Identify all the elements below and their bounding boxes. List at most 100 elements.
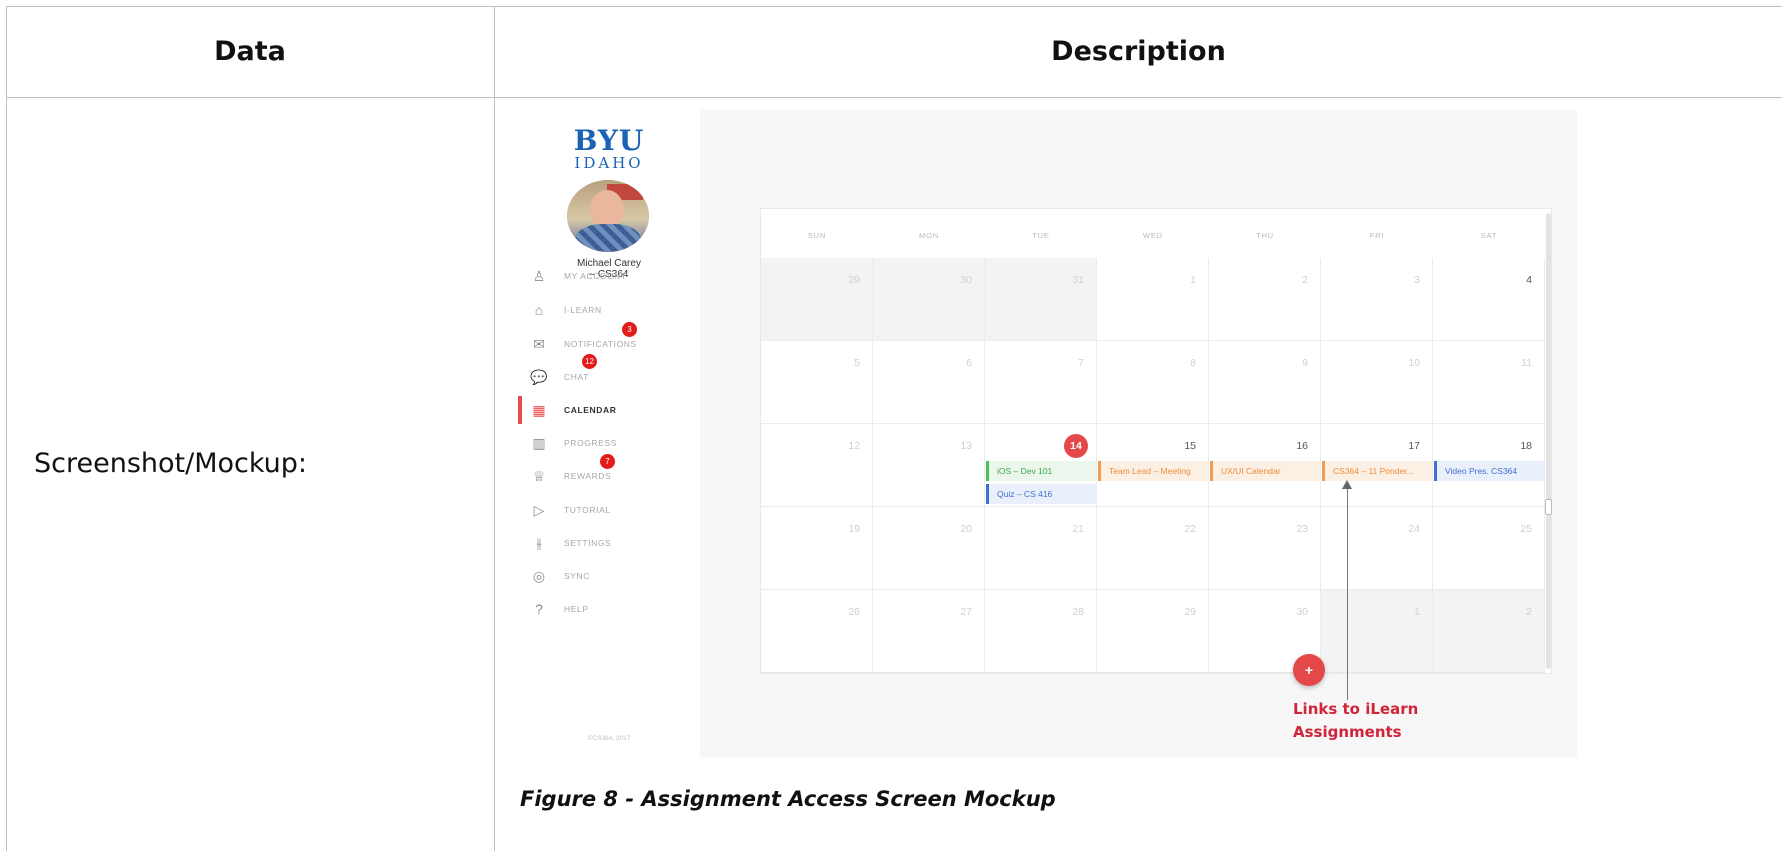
annotation-arrow-icon (1342, 480, 1352, 489)
add-event-button[interactable]: + (1293, 654, 1325, 686)
annotation-line (1347, 486, 1348, 700)
row-divider (6, 97, 1782, 98)
nav-label: CHAT (564, 372, 589, 382)
nav-label: CALENDAR (564, 405, 617, 415)
day-cell[interactable]: 24 (1321, 507, 1433, 590)
day-cell[interactable]: 2 (1433, 590, 1545, 673)
day-cell[interactable]: 6 (873, 341, 985, 424)
active-indicator (518, 396, 522, 424)
day-number: 7 (1078, 357, 1084, 369)
nav-label: TUTORIAL (564, 505, 611, 515)
day-cell[interactable]: 25 (1433, 507, 1545, 590)
nav-item-tutorial[interactable]: ▷ TUTORIAL (518, 496, 700, 524)
day-number: 2 (1302, 274, 1308, 286)
day-number: 9 (1302, 357, 1308, 369)
day-cell[interactable]: 11 (1433, 341, 1545, 424)
mail-icon: ✉ (533, 336, 545, 352)
day-cell[interactable]: 3 (1321, 258, 1433, 341)
day-cell[interactable]: 9 (1209, 341, 1321, 424)
help-icon: ? (535, 601, 543, 617)
day-cell[interactable]: 19 (761, 507, 873, 590)
calendar-event[interactable]: Video Pres. CS364 (1434, 461, 1544, 481)
day-number: 24 (1408, 523, 1420, 535)
calendar-scrollbar[interactable] (1546, 213, 1551, 669)
day-number: 10 (1408, 357, 1420, 369)
chat-bubble-icon: 💬 (530, 369, 548, 385)
calendar-event[interactable]: iOS – Dev 101 (986, 461, 1096, 481)
nav-item-chat[interactable]: 💬 CHAT (518, 363, 700, 391)
day-cell[interactable]: 13 (873, 424, 985, 507)
day-number: 27 (960, 606, 972, 618)
day-cell[interactable]: 23 (1209, 507, 1321, 590)
day-cell[interactable]: 26 (761, 590, 873, 673)
day-cell[interactable]: 22 (1097, 507, 1209, 590)
nav-item-my-account[interactable]: ♙ MY ACCOUNT (518, 262, 700, 290)
day-cell[interactable]: 30 (873, 258, 985, 341)
day-cell[interactable]: 1 (1321, 590, 1433, 673)
copyright: ©CS364, 2017 (587, 735, 631, 742)
sync-icon: ◎ (532, 568, 546, 584)
day-number: 16 (1296, 440, 1308, 452)
day-number: 26 (848, 606, 860, 618)
calendar-event[interactable]: CS364 – 11 Ponder... (1322, 461, 1432, 481)
day-number: 21 (1072, 523, 1084, 535)
trophy-icon: ♕ (532, 468, 546, 484)
day-cell[interactable]: 31 (985, 258, 1097, 341)
day-cell[interactable]: 29 (1097, 590, 1209, 673)
day-cell[interactable]: 28 (985, 590, 1097, 673)
column-divider (494, 6, 495, 851)
calendar-event[interactable]: Quiz – CS 416 (986, 484, 1096, 504)
day-cell[interactable]: 21 (985, 507, 1097, 590)
sidebar: BYU IDAHO Michael Carey – CS364 ♙ MY ACCO… (518, 110, 700, 758)
nav-label: REWARDS (564, 471, 612, 481)
day-number: 18 (1520, 440, 1532, 452)
nav-item-i-learn[interactable]: ⌂ I-LEARN (518, 296, 700, 324)
weekday-header: FRI (1369, 231, 1385, 240)
day-number: 19 (848, 523, 860, 535)
day-number: 1 (1190, 274, 1196, 286)
day-cell[interactable]: 2 (1209, 258, 1321, 341)
bar-chart-icon: ▥ (532, 435, 546, 451)
nav-item-help[interactable]: ? HELP (518, 595, 700, 623)
day-cell[interactable]: 10 (1321, 341, 1433, 424)
day-cell[interactable]: 1 (1097, 258, 1209, 341)
play-video-icon: ▷ (533, 502, 545, 518)
annotation-text: Links to iLearn Assignments (1293, 700, 1419, 741)
day-cell[interactable]: 12 (761, 424, 873, 507)
day-number: 6 (966, 357, 972, 369)
day-cell[interactable]: 5 (761, 341, 873, 424)
day-cell[interactable]: 20 (873, 507, 985, 590)
calendar-grid: SUN MON TUE WED THU FRI SAT 29 30 31 1 2 3 4 5 6 7 8 9 10 11… (760, 208, 1552, 674)
nav-item-notifications[interactable]: ✉ NOTIFICATIONS (518, 330, 700, 358)
badge-chat: 12 (582, 354, 597, 369)
day-cell[interactable]: 29 (761, 258, 873, 341)
nav-item-settings[interactable]: ⫳ SETTINGS (518, 529, 700, 557)
day-cell[interactable]: 4 (1433, 258, 1545, 341)
day-number: 1 (1414, 606, 1420, 618)
user-icon: ♙ (532, 268, 546, 284)
day-number: 5 (854, 357, 860, 369)
nav-item-calendar[interactable]: ▦ CALENDAR (518, 396, 700, 424)
nav-label: NOTIFICATIONS (564, 339, 637, 349)
day-number: 30 (960, 274, 972, 286)
nav-item-sync[interactable]: ◎ SYNC (518, 562, 700, 590)
nav-item-progress[interactable]: ▥ PROGRESS (518, 429, 700, 457)
figure-caption: Figure 8 - Assignment Access Screen Mock… (520, 787, 1056, 811)
calendar-scrollbar-thumb[interactable] (1545, 499, 1552, 515)
day-number: 25 (1520, 523, 1532, 535)
avatar[interactable] (567, 180, 649, 252)
weekday-header: MON (919, 231, 939, 240)
day-cell[interactable]: 27 (873, 590, 985, 673)
sliders-icon: ⫳ (536, 535, 542, 551)
day-number: 20 (960, 523, 972, 535)
calendar-event[interactable]: Team Lead – Meeting (1098, 461, 1208, 481)
day-cell[interactable]: 8 (1097, 341, 1209, 424)
weekday-header: WED (1143, 231, 1163, 240)
weekday-header: TUE (1032, 231, 1050, 240)
nav-label: SYNC (564, 571, 591, 581)
day-cell[interactable]: 7 (985, 341, 1097, 424)
day-number: 2 (1526, 606, 1532, 618)
calendar-event[interactable]: UX/UI Calendar (1210, 461, 1320, 481)
nav-label: PROGRESS (564, 438, 617, 448)
logo-idaho: IDAHO (574, 154, 644, 172)
